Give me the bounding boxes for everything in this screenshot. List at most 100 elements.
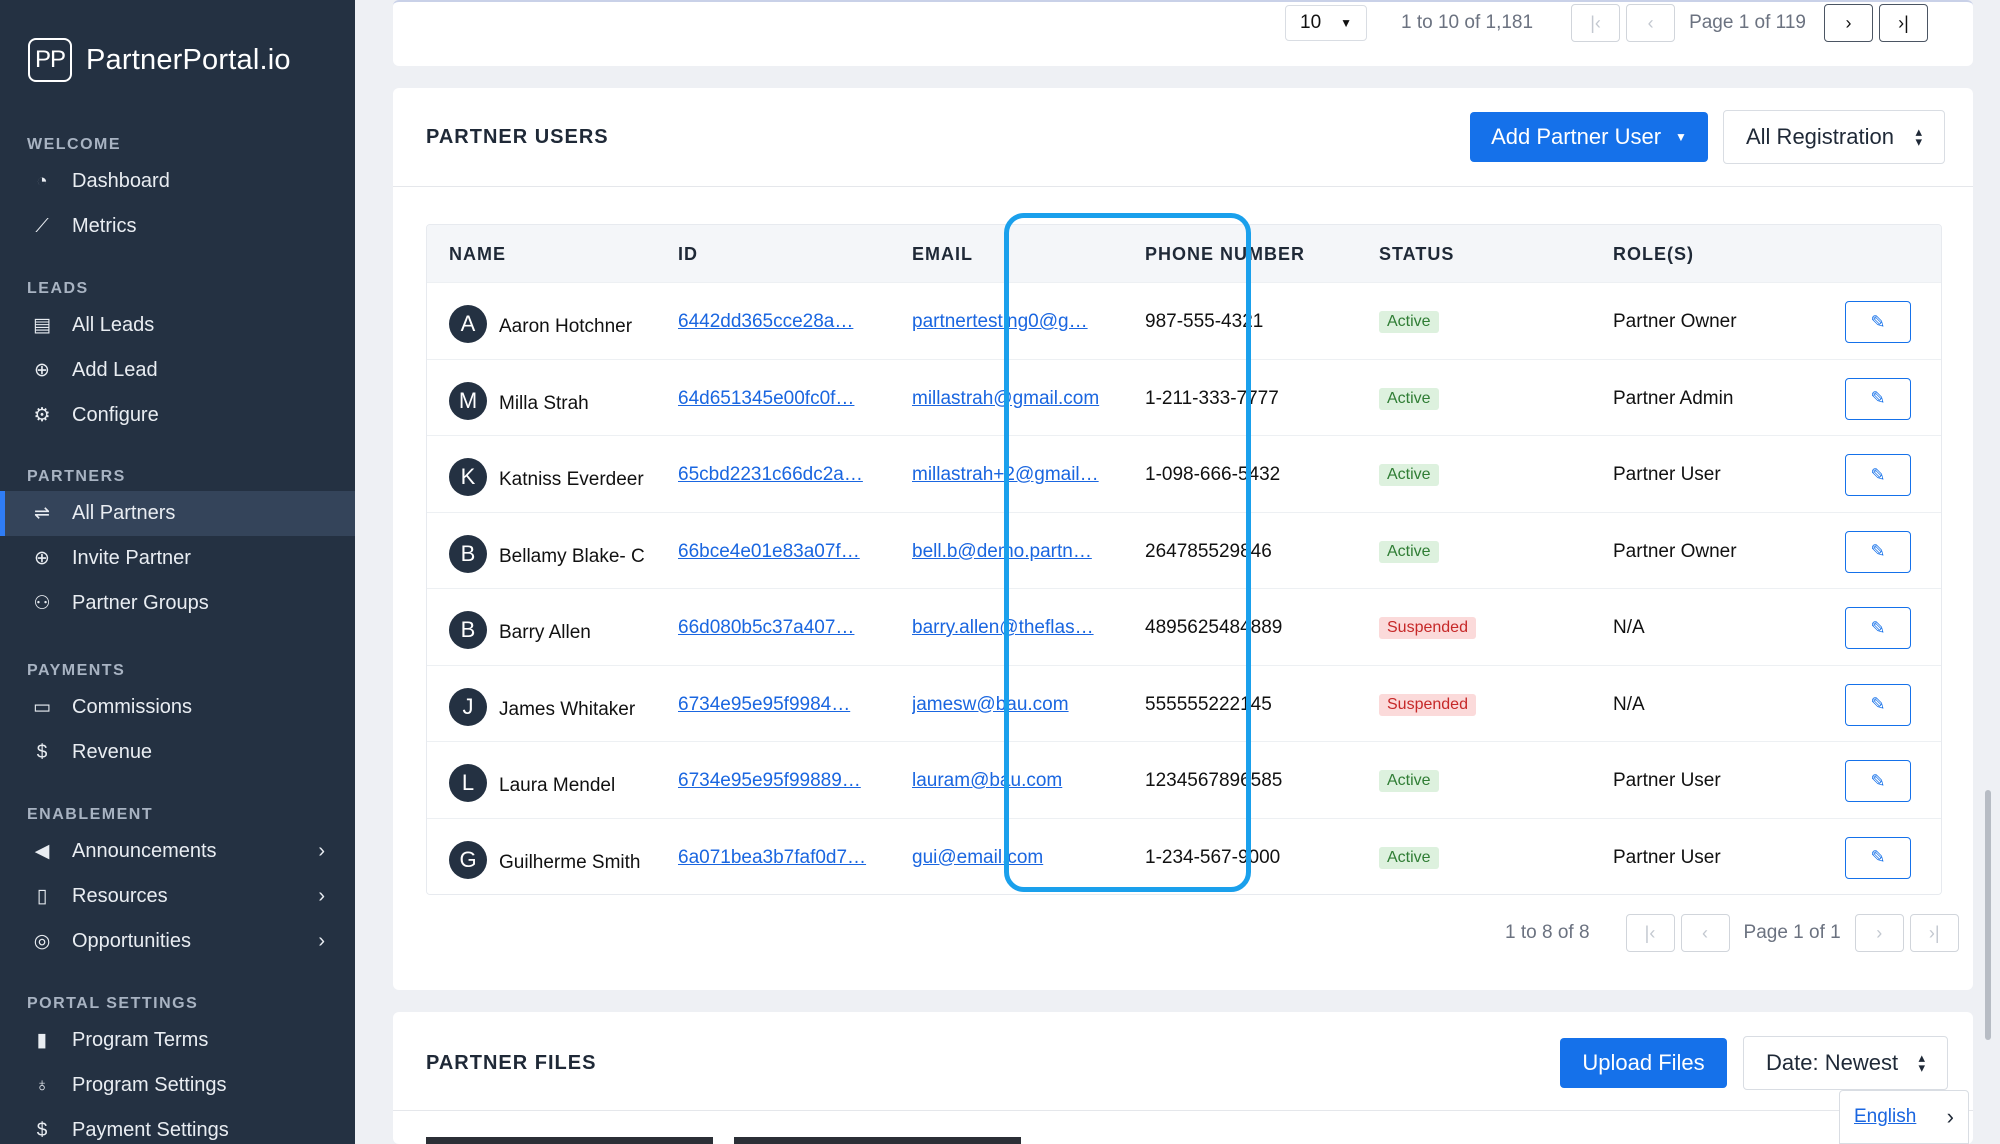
table-row: K Katniss Everdeer 65cbd2231c66dc2a… mil… bbox=[427, 435, 1941, 512]
brand-logo[interactable]: PP PartnerPortal.io bbox=[28, 38, 291, 82]
users-prev-page-button[interactable]: ‹ bbox=[1680, 914, 1730, 952]
sidebar-item-metrics[interactable]: ⟋ Metrics bbox=[0, 204, 355, 249]
document-icon: ▮ bbox=[36, 1030, 48, 1051]
sidebar-item-configure[interactable]: ⚙ Configure bbox=[0, 393, 355, 438]
edit-user-button[interactable]: ✎ bbox=[1845, 607, 1911, 649]
users-next-page-button[interactable]: › bbox=[1854, 914, 1904, 952]
user-email-link[interactable]: gui@email.com bbox=[912, 847, 1112, 869]
user-email-link[interactable]: partnertesting0@g… bbox=[912, 311, 1112, 333]
avatar: A bbox=[449, 305, 487, 343]
edit-user-button[interactable]: ✎ bbox=[1845, 683, 1911, 726]
user-id-link[interactable]: 6442dd365cce28a… bbox=[678, 311, 878, 333]
user-email-link[interactable]: jamesw@bau.com bbox=[912, 694, 1112, 716]
dashboard-icon: ◔ bbox=[36, 170, 48, 192]
user-id-link[interactable]: 66bce4e01e83a07f… bbox=[678, 541, 878, 563]
table-row: G Guilherme Smith 6a071bea3b7faf0d7… gui… bbox=[427, 817, 1941, 894]
sidebar-item-program-terms[interactable]: ▮ Program Terms bbox=[0, 1018, 355, 1063]
next-page-button[interactable]: › bbox=[1823, 4, 1873, 42]
user-id-link[interactable]: 66d080b5c37a407… bbox=[678, 617, 878, 639]
sidebar-item-add-lead[interactable]: ⊕ Add Lead bbox=[0, 348, 355, 393]
edit-user-button[interactable]: ✎ bbox=[1845, 377, 1911, 420]
page-size-select[interactable]: 10 ▼ bbox=[1285, 5, 1367, 41]
user-email-link[interactable]: bell.b@demo.partn… bbox=[912, 541, 1112, 563]
edit-user-button[interactable]: ✎ bbox=[1845, 454, 1911, 496]
file-tile[interactable] bbox=[426, 1137, 713, 1144]
sidebar-item-all-partners[interactable]: ⇌ All Partners bbox=[0, 491, 355, 536]
sidebar-item-all-leads[interactable]: ▤ All Leads bbox=[0, 303, 355, 348]
file-tile[interactable] bbox=[734, 1137, 1021, 1144]
nav-section-title: PARTNERS bbox=[27, 468, 126, 485]
sidebar-item-label: Partner Groups bbox=[72, 592, 209, 614]
clipboard-icon: ▤ bbox=[33, 315, 51, 336]
column-roles[interactable]: ROLE(S) bbox=[1613, 244, 1694, 265]
edit-user-button[interactable]: ✎ bbox=[1845, 301, 1911, 343]
edit-user-button[interactable]: ✎ bbox=[1845, 836, 1911, 879]
nav-section-title: PAYMENTS bbox=[27, 662, 126, 679]
user-id-link[interactable]: 64d651345e00fc0f… bbox=[678, 388, 878, 410]
sidebar-item-label: Resources bbox=[72, 885, 168, 907]
user-id-link[interactable]: 6734e95e95f99889… bbox=[678, 770, 878, 792]
registration-filter-select[interactable]: All Registration ▴ ▾ bbox=[1723, 110, 1945, 164]
avatar: B bbox=[449, 611, 487, 649]
user-email-link[interactable]: millastrah+2@gmail… bbox=[912, 464, 1112, 486]
user-role: Partner User bbox=[1613, 846, 1721, 868]
page-scrollbar[interactable] bbox=[1985, 790, 1991, 1040]
files-sort-value: Date: Newest bbox=[1766, 1050, 1899, 1075]
sidebar-item-commissions[interactable]: ▭ Commissions bbox=[0, 685, 355, 730]
sort-arrows-icon: ▴ ▾ bbox=[1918, 1050, 1925, 1075]
sidebar-item-resources[interactable]: ▯ Resources › bbox=[0, 874, 355, 919]
column-phone[interactable]: PHONE NUMBER bbox=[1145, 244, 1305, 265]
column-name[interactable]: NAME bbox=[449, 244, 506, 265]
dollar-icon: $ bbox=[36, 741, 48, 763]
sidebar-item-invite-partner[interactable]: ⊕ Invite Partner bbox=[0, 536, 355, 581]
files-sort-select[interactable]: Date: Newest ▴ ▾ bbox=[1743, 1036, 1948, 1090]
award-icon: ♁ bbox=[34, 1074, 50, 1096]
users-last-page-button[interactable]: ›| bbox=[1909, 914, 1959, 952]
prev-page-button[interactable]: ‹ bbox=[1626, 4, 1676, 42]
status-badge: Active bbox=[1379, 464, 1439, 486]
edit-user-button[interactable]: ✎ bbox=[1845, 530, 1911, 573]
sidebar-item-label: All Leads bbox=[72, 314, 155, 336]
language-selector[interactable]: English › bbox=[1839, 1090, 1969, 1144]
user-id-link[interactable]: 65cbd2231c66dc2a… bbox=[678, 464, 878, 486]
edit-user-button[interactable]: ✎ bbox=[1845, 760, 1911, 802]
sidebar-item-dashboard[interactable]: ◔ Dashboard bbox=[0, 159, 355, 204]
user-name: Guilherme Smith bbox=[499, 851, 641, 873]
user-role: Partner User bbox=[1613, 770, 1721, 791]
user-email-link[interactable]: lauram@bau.com bbox=[912, 770, 1112, 792]
last-page-button[interactable]: ›| bbox=[1878, 4, 1928, 42]
user-phone: 1234567896585 bbox=[1145, 770, 1283, 791]
chevron-right-icon: › bbox=[1876, 922, 1883, 943]
table-row: L Laura Mendel 6734e95e95f99889… lauram@… bbox=[427, 741, 1941, 818]
user-name: Laura Mendel bbox=[499, 775, 616, 796]
sidebar-item-partner-groups[interactable]: ⚇ Partner Groups bbox=[0, 581, 355, 626]
table-row: A Aaron Hotchner 6442dd365cce28a… partne… bbox=[427, 282, 1941, 359]
user-email-link[interactable]: millastrah@gmail.com bbox=[912, 388, 1112, 410]
user-id-link[interactable]: 6734e95e95f9984… bbox=[678, 694, 878, 716]
registration-filter-value: All Registration bbox=[1746, 124, 1894, 149]
users-first-page-button[interactable]: |‹ bbox=[1625, 914, 1675, 952]
column-email[interactable]: EMAIL bbox=[912, 244, 973, 265]
upload-files-button[interactable]: Upload Files bbox=[1560, 1038, 1727, 1088]
column-id[interactable]: ID bbox=[678, 244, 698, 265]
avatar: L bbox=[449, 764, 487, 802]
user-email-link[interactable]: barry.allen@theflas… bbox=[912, 617, 1112, 639]
sidebar-item-label: Announcements bbox=[72, 840, 217, 862]
avatar: M bbox=[449, 381, 487, 420]
language-link[interactable]: English bbox=[1854, 1106, 1916, 1128]
sidebar-item-revenue[interactable]: $ Revenue bbox=[0, 730, 355, 775]
user-id-link[interactable]: 6a071bea3b7faf0d7… bbox=[678, 847, 878, 869]
avatar: B bbox=[449, 534, 487, 573]
column-status[interactable]: STATUS bbox=[1379, 244, 1454, 265]
card-divider bbox=[393, 1110, 1973, 1111]
partner-files-title: PARTNER FILES bbox=[426, 1052, 597, 1074]
caret-down-icon: ▼ bbox=[1340, 16, 1352, 30]
users-pager: 1 to 8 of 8 |‹ ‹ Page 1 of 1 › ›| bbox=[1505, 914, 1959, 952]
sidebar-item-program-settings[interactable]: ♁ Program Settings bbox=[0, 1063, 355, 1108]
sidebar-item-payment-settings[interactable]: $ Payment Settings bbox=[0, 1108, 355, 1144]
sidebar-item-announcements[interactable]: ◀ Announcements › bbox=[0, 829, 355, 874]
add-partner-user-button[interactable]: Add Partner User ▼ bbox=[1470, 112, 1708, 162]
sidebar-item-opportunities[interactable]: ◎ Opportunities › bbox=[0, 919, 355, 964]
first-page-button[interactable]: |‹ bbox=[1571, 4, 1621, 42]
pencil-icon: ✎ bbox=[1870, 770, 1886, 791]
